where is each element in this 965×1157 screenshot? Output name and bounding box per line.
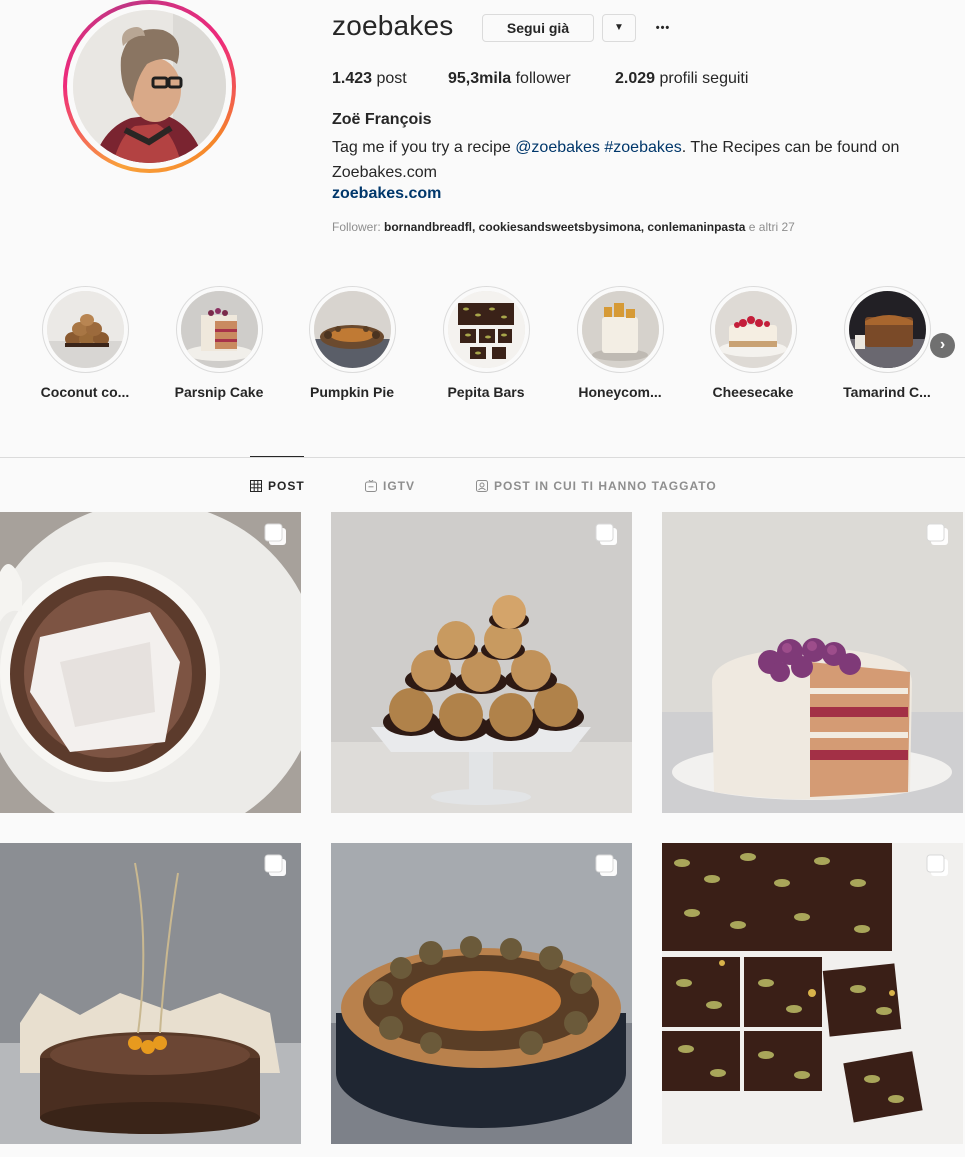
- profile-bio: Tag me if you try a recipe @zoebakes #zo…: [332, 135, 932, 185]
- profile-avatar-story-ring[interactable]: [63, 0, 236, 173]
- highlight-label: Parsnip Cake: [174, 384, 264, 400]
- pepita-bars-photo: [662, 843, 963, 1144]
- posts-stat-label: post: [376, 70, 407, 87]
- post-tile-chocolate-cake[interactable]: [0, 843, 301, 1144]
- parsnip-cake-thumb: [180, 291, 258, 368]
- highlight-label: Pepita Bars: [447, 384, 525, 400]
- bio-mention-link[interactable]: @zoebakes: [515, 139, 600, 156]
- chocolate-cake-photo: [0, 843, 301, 1144]
- following-button[interactable]: Segui già: [482, 14, 594, 42]
- igtv-icon: [365, 480, 377, 492]
- avatar[interactable]: [73, 10, 226, 163]
- cheesecake-thumb: [714, 291, 792, 368]
- chevron-down-icon: ▼: [614, 22, 624, 33]
- tab-label: IGTV: [383, 479, 416, 493]
- multiple-photos-icon: [926, 854, 948, 876]
- highlight-label: Honeycom...: [578, 384, 662, 400]
- highlight-tamarind[interactable]: Tamarind C...: [827, 286, 947, 400]
- multiple-photos-icon: [264, 854, 286, 876]
- coconut-cookies-thumb: [46, 291, 124, 368]
- highlight-pepita-bars[interactable]: Pepita Bars: [426, 286, 546, 400]
- avatar-photo: [73, 10, 226, 163]
- followed-by-label: Follower:: [332, 220, 385, 234]
- highlight-label: Cheesecake: [712, 384, 794, 400]
- profile-website-link[interactable]: zoebakes.com: [332, 185, 441, 203]
- tab-posts[interactable]: POST: [250, 479, 305, 493]
- post-tile-hot-chocolate[interactable]: [0, 512, 301, 813]
- highlight-label: Pumpkin Pie: [309, 384, 395, 400]
- multiple-photos-icon: [926, 523, 948, 545]
- following-stat-label: profili seguiti: [659, 70, 749, 87]
- highlight-pumpkin-pie[interactable]: Pumpkin Pie: [292, 286, 412, 400]
- hot-chocolate-photo: [0, 512, 301, 813]
- following-stat[interactable]: 2.029 profili seguiti: [615, 70, 748, 88]
- ellipsis-icon: •••: [655, 22, 671, 34]
- pepita-bars-thumb: [447, 291, 525, 368]
- highlight-label: Coconut co...: [40, 384, 130, 400]
- highlight-parsnip-cake[interactable]: Parsnip Cake: [159, 286, 279, 400]
- multiple-photos-icon: [264, 523, 286, 545]
- pumpkin-pie-thumb: [313, 291, 391, 368]
- highlight-label: Tamarind C...: [843, 384, 931, 400]
- post-tile-cranberry-cake[interactable]: [662, 512, 963, 813]
- more-options-button[interactable]: •••: [650, 12, 676, 40]
- tab-label: POST IN CUI TI HANNO TAGGATO: [494, 479, 717, 493]
- highlight-honeycomb[interactable]: Honeycom...: [560, 286, 680, 400]
- tagged-icon: [476, 480, 488, 492]
- highlight-cheesecake[interactable]: Cheesecake: [693, 286, 813, 400]
- followers-stat[interactable]: 95,3mila follower: [448, 70, 571, 88]
- followers-stat-label: follower: [515, 70, 571, 87]
- instagram-profile-page: zoebakes Segui già ▼ ••• 1.423 post 95,3…: [0, 0, 965, 1157]
- honeycomb-cake-thumb: [581, 291, 659, 368]
- highlight-coconut-cookies[interactable]: Coconut co...: [25, 286, 145, 400]
- suggestions-dropdown-button[interactable]: ▼: [602, 14, 636, 42]
- highlights-next-button[interactable]: ›: [930, 333, 955, 358]
- profile-username: zoebakes: [332, 10, 454, 41]
- bio-hashtag-link[interactable]: #zoebakes: [604, 139, 681, 156]
- chevron-right-icon: ›: [939, 336, 946, 353]
- post-tile-pepita-bars[interactable]: [662, 843, 963, 1144]
- bio-prefix: Tag me if you try a recipe: [332, 139, 516, 156]
- post-tile-pumpkin-pie[interactable]: [331, 843, 632, 1144]
- active-tab-indicator: [250, 456, 304, 457]
- tab-tagged[interactable]: POST IN CUI TI HANNO TAGGATO: [476, 479, 717, 493]
- tabs-divider: [0, 457, 965, 458]
- tamarind-cake-thumb: [848, 291, 926, 368]
- posts-count: 1.423: [332, 70, 373, 87]
- grid-icon: [250, 480, 262, 492]
- tab-igtv[interactable]: IGTV: [365, 479, 415, 493]
- profile-full-name: Zoë François: [332, 111, 432, 128]
- coconut-macaroons-photo: [331, 512, 632, 813]
- multiple-photos-icon: [595, 854, 617, 876]
- cranberry-cake-photo: [662, 512, 963, 813]
- followed-by[interactable]: Follower: bornandbreadfl, cookiesandswee…: [332, 220, 795, 234]
- posts-stat: 1.423 post: [332, 70, 407, 88]
- pumpkin-pie-photo: [331, 843, 632, 1144]
- followers-count: 95,3mila: [448, 70, 512, 87]
- post-tile-coconut-macaroons[interactable]: [331, 512, 632, 813]
- followed-by-names: bornandbreadfl, cookiesandsweetsbysimona…: [384, 220, 746, 234]
- multiple-photos-icon: [595, 523, 617, 545]
- tab-label: POST: [268, 479, 305, 493]
- following-count: 2.029: [615, 70, 656, 87]
- followed-by-others: e altri 27: [745, 220, 795, 234]
